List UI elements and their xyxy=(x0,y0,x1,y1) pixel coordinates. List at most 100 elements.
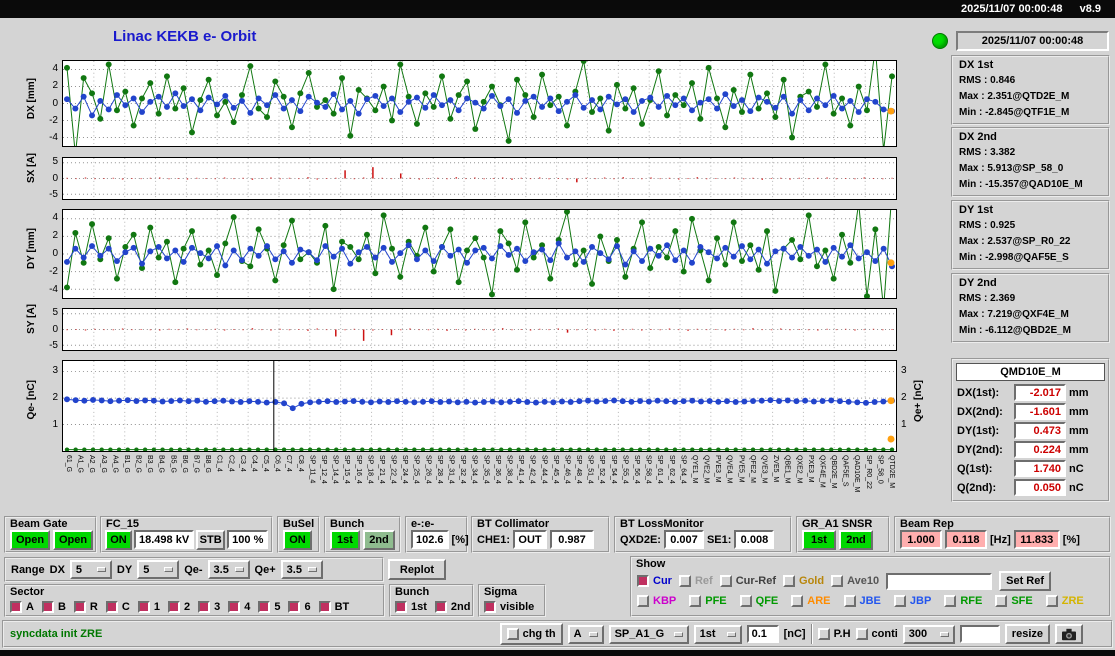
show-item-cur-ref[interactable]: Cur-Ref xyxy=(719,575,776,587)
beam-rep-pct-unit: [%] xyxy=(1062,533,1080,546)
sector-item-r[interactable]: R xyxy=(73,600,98,613)
show-checkbox-qfe[interactable] xyxy=(739,595,752,607)
sector-item-1[interactable]: 1 xyxy=(137,600,160,613)
conti-checkbox[interactable] xyxy=(855,628,868,640)
show-item-sfe[interactable]: SFE xyxy=(995,595,1033,607)
sector-checkbox-5[interactable] xyxy=(258,600,271,613)
bunch-1st-button[interactable]: 1st xyxy=(330,529,360,550)
show-checkbox-are[interactable] xyxy=(791,595,804,607)
snsr-1st-button[interactable]: 1st xyxy=(802,529,836,550)
show-checkbox-kbp[interactable] xyxy=(637,595,649,607)
range-combo-qe+[interactable]: 3.5 xyxy=(280,560,323,579)
sigma-checkbox-visible[interactable] xyxy=(484,600,496,613)
sector-checkbox-6[interactable] xyxy=(288,600,301,613)
show-checkbox-ave10[interactable] xyxy=(831,575,844,587)
snsr-2nd-button[interactable]: 2nd xyxy=(839,529,873,550)
y-tick-label: 5 xyxy=(52,155,58,167)
show-item-rfe[interactable]: RFE xyxy=(944,595,982,607)
ref-name-input[interactable] xyxy=(886,572,993,590)
x-axis-label: SP_36_4 xyxy=(493,455,501,484)
stats-max: Max : 2.537@SP_R0_22 xyxy=(959,236,1071,247)
fc15-on-button[interactable]: ON xyxy=(105,529,132,550)
sector-item-4[interactable]: 4 xyxy=(228,600,250,613)
interval-combo[interactable]: 300 xyxy=(902,624,955,644)
bunch-select-item-2nd[interactable]: 2nd xyxy=(434,600,471,613)
sector-checkbox-2[interactable] xyxy=(167,600,180,613)
range-combo-qe-[interactable]: 3.5 xyxy=(207,560,250,579)
replot-button[interactable]: Replot xyxy=(388,559,446,580)
sector-checkbox-a[interactable] xyxy=(10,600,22,613)
sector-checkbox-bt[interactable] xyxy=(318,600,331,613)
beam-gate-open-button-1[interactable]: Open xyxy=(10,529,50,550)
sector-item-5[interactable]: 5 xyxy=(258,600,280,613)
sector-item-c[interactable]: C xyxy=(105,600,130,613)
y-tick-label: 0 xyxy=(52,172,58,184)
monitor-row: DX(2nd): -1.601 mm xyxy=(956,402,1105,421)
show-item-gold[interactable]: Gold xyxy=(783,575,824,587)
busel-on-button[interactable]: ON xyxy=(283,529,312,550)
sector-item-3[interactable]: 3 xyxy=(198,600,220,613)
bunch-select-checkbox-1st[interactable] xyxy=(395,600,407,613)
sector-select-combo[interactable]: A xyxy=(567,624,604,644)
set-ref-button[interactable]: Set Ref xyxy=(999,571,1052,591)
spare-input[interactable] xyxy=(959,625,1000,643)
show-item-zre[interactable]: ZRE xyxy=(1045,595,1084,607)
chg-th-checkbox[interactable] xyxy=(506,628,519,640)
se1-label: SE1: xyxy=(706,533,732,546)
show-checkbox-ref[interactable] xyxy=(678,575,691,587)
show-item-ave10[interactable]: Ave10 xyxy=(831,575,879,587)
device-select-combo[interactable]: SP_A1_G xyxy=(608,624,689,644)
sector-checkbox-1[interactable] xyxy=(137,600,150,613)
show-checkbox-zre[interactable] xyxy=(1045,595,1058,607)
show-item-pfe[interactable]: PFE xyxy=(689,595,727,607)
sector-item-b[interactable]: B xyxy=(41,600,66,613)
conti-toggle[interactable]: conti xyxy=(855,628,898,640)
sector-checkbox-c[interactable] xyxy=(105,600,118,613)
bunch-2nd-button[interactable]: 2nd xyxy=(363,529,395,550)
show-item-qfe[interactable]: QFE xyxy=(739,595,778,607)
ph-toggle[interactable]: P.H xyxy=(817,628,851,640)
sector-item-2[interactable]: 2 xyxy=(167,600,190,613)
show-checkbox-cur-ref[interactable] xyxy=(719,575,732,587)
show-item-cur[interactable]: Cur xyxy=(637,575,672,587)
show-checkbox-jbp[interactable] xyxy=(893,595,906,607)
combo-value: A xyxy=(573,628,582,640)
bunch-select-combo[interactable]: 1st xyxy=(693,624,742,644)
show-checkbox-cur[interactable] xyxy=(637,575,649,587)
busel-title: BuSel xyxy=(283,518,315,530)
show-checkbox-rfe[interactable] xyxy=(944,595,957,607)
range-axis-label-dx: DX xyxy=(49,563,65,576)
range-axis-label-qe+: Qe+ xyxy=(254,563,276,576)
show-checkbox-sfe[interactable] xyxy=(995,595,1008,607)
bunch-select-label: 2nd xyxy=(450,600,471,613)
sector-item-bt[interactable]: BT xyxy=(318,600,349,613)
ph-checkbox[interactable] xyxy=(817,628,830,640)
resize-button[interactable]: resize xyxy=(1004,624,1050,644)
sector-item-6[interactable]: 6 xyxy=(288,600,311,613)
bunch-select-item-1st[interactable]: 1st xyxy=(395,600,427,613)
fc15-title: FC_15 xyxy=(106,518,140,530)
show-item-jbe[interactable]: JBE xyxy=(843,595,881,607)
fc15-stb-button[interactable]: STB xyxy=(196,529,226,550)
sector-checkbox-r[interactable] xyxy=(73,600,86,613)
plot-dy xyxy=(62,209,897,299)
bunch-select-checkbox-2nd[interactable] xyxy=(434,600,447,613)
show-label: ARE xyxy=(807,595,831,607)
show-item-are[interactable]: ARE xyxy=(791,595,831,607)
sector-item-a[interactable]: A xyxy=(10,600,34,613)
sector-checkbox-3[interactable] xyxy=(198,600,211,613)
show-item-kbp[interactable]: KBP xyxy=(637,595,676,607)
show-checkbox-pfe[interactable] xyxy=(689,595,702,607)
range-combo-dy[interactable]: 5 xyxy=(137,560,180,579)
show-checkbox-gold[interactable] xyxy=(783,575,796,587)
sigma-item-visible[interactable]: visible xyxy=(484,600,534,613)
snapshot-button[interactable] xyxy=(1055,624,1083,644)
threshold-input[interactable]: 0.1 xyxy=(746,625,779,643)
show-item-jbp[interactable]: JBP xyxy=(893,595,931,607)
range-combo-dx[interactable]: 5 xyxy=(69,560,112,579)
sector-checkbox-4[interactable] xyxy=(228,600,241,613)
show-checkbox-jbe[interactable] xyxy=(843,595,856,607)
show-item-ref[interactable]: Ref xyxy=(678,575,713,587)
beam-gate-open-button-2[interactable]: Open xyxy=(53,529,93,550)
sector-checkbox-b[interactable] xyxy=(41,600,54,613)
